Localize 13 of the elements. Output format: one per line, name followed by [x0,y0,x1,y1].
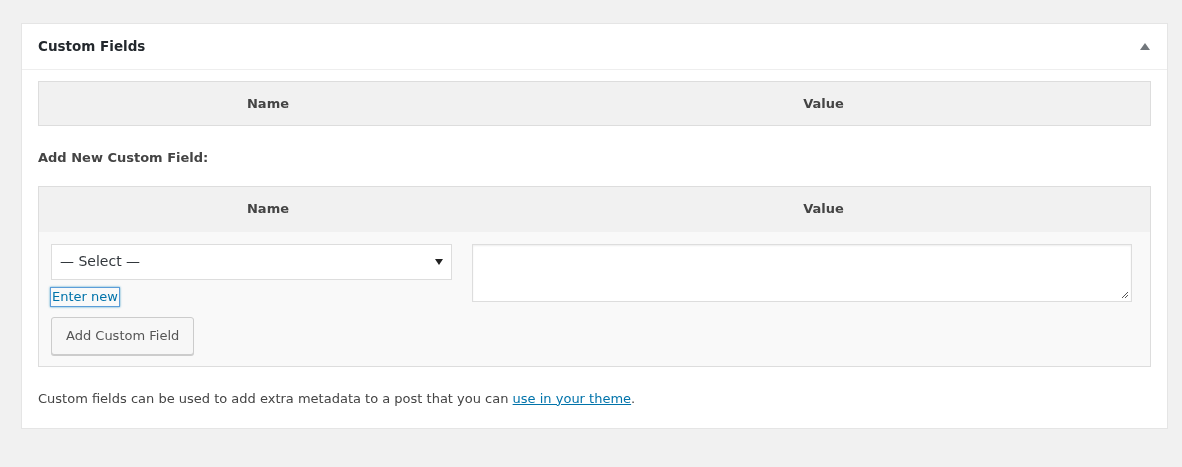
name-select[interactable]: — Select — [51,243,452,280]
collapse-toggle-icon[interactable] [1139,41,1151,52]
column-header: Name [247,200,289,219]
column-header: Value [803,94,844,113]
column-header: Value [803,200,844,219]
section-heading: Add New Custom Field: [38,149,210,167]
dropdown-caret-icon [435,258,443,265]
add-custom-field-button[interactable]: Add Custom Field [51,316,195,355]
help-text: Custom fields can be used to add extra metadata to a post that you can use in your theme. [38,389,637,408]
column-header: Name [247,94,289,113]
enter-new-link[interactable]: Enter new [51,287,119,306]
resize-handle-icon [1121,290,1129,299]
panel-title: Custom Fields [38,37,146,57]
